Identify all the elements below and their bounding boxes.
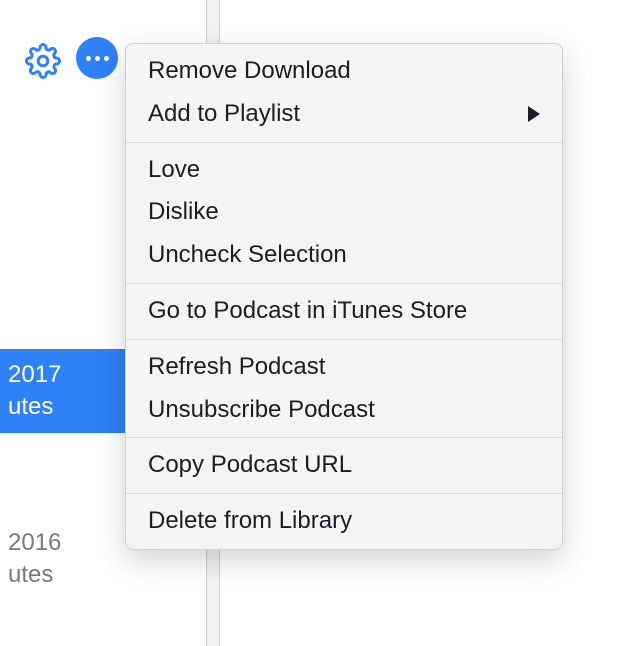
menu-item-label: Dislike (148, 195, 540, 230)
menu-group: Remove Download Add to Playlist (126, 44, 562, 142)
settings-button[interactable] (22, 40, 64, 82)
menu-group: Go to Podcast in iTunes Store (126, 284, 562, 339)
menu-item-label: Uncheck Selection (148, 238, 540, 273)
menu-group: Delete from Library (126, 494, 562, 549)
submenu-arrow-icon (528, 106, 540, 122)
menu-item-copy-url[interactable]: Copy Podcast URL (126, 444, 562, 487)
list-item-duration-fragment: utes (8, 559, 206, 591)
menu-group: Refresh Podcast Unsubscribe Podcast (126, 340, 562, 438)
menu-item-label: Remove Download (148, 54, 540, 89)
menu-item-remove-download[interactable]: Remove Download (126, 50, 562, 93)
menu-item-love[interactable]: Love (126, 149, 562, 192)
context-menu: Remove Download Add to Playlist Love Dislik… (125, 43, 563, 550)
menu-item-add-to-playlist[interactable]: Add to Playlist (126, 93, 562, 136)
menu-item-label: Love (148, 153, 540, 188)
menu-item-label: Go to Podcast in iTunes Store (148, 294, 540, 329)
menu-item-label: Add to Playlist (148, 97, 518, 132)
menu-item-label: Copy Podcast URL (148, 448, 540, 483)
menu-group: Love Dislike Uncheck Selection (126, 143, 562, 283)
menu-group: Copy Podcast URL (126, 438, 562, 493)
ellipsis-icon (86, 56, 109, 61)
menu-item-label: Unsubscribe Podcast (148, 393, 540, 428)
menu-item-uncheck-selection[interactable]: Uncheck Selection (126, 234, 562, 277)
menu-item-unsubscribe[interactable]: Unsubscribe Podcast (126, 389, 562, 432)
menu-item-delete-library[interactable]: Delete from Library (126, 500, 562, 543)
menu-item-dislike[interactable]: Dislike (126, 191, 562, 234)
menu-item-go-to-store[interactable]: Go to Podcast in iTunes Store (126, 290, 562, 333)
menu-item-refresh-podcast[interactable]: Refresh Podcast (126, 346, 562, 389)
menu-item-label: Delete from Library (148, 504, 540, 539)
more-options-button[interactable] (76, 37, 118, 79)
menu-item-label: Refresh Podcast (148, 350, 540, 385)
gear-icon (25, 43, 61, 79)
